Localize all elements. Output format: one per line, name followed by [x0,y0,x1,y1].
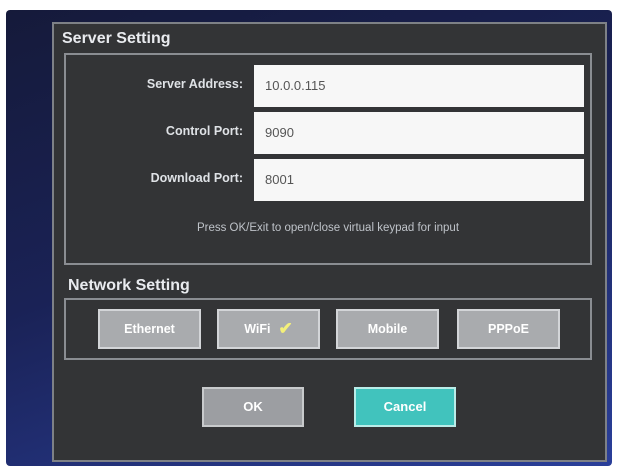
network-setting-title: Network Setting [68,277,190,294]
ethernet-label: Ethernet [124,322,175,336]
cancel-button[interactable]: Cancel [354,387,456,427]
wifi-button[interactable]: WiFi ✔ [217,309,320,349]
server-address-label: Server Address: [146,77,243,91]
control-port-input[interactable] [254,112,584,154]
download-port-label: Download Port: [150,171,243,185]
cancel-label: Cancel [383,399,427,414]
ok-button[interactable]: OK [202,387,304,427]
server-address-input[interactable] [254,65,584,107]
ok-label: OK [243,399,263,414]
checkmark-icon: ✔ [278,319,293,338]
wifi-label: WiFi [244,322,271,336]
ethernet-button[interactable]: Ethernet [98,309,201,349]
keypad-hint: Press OK/Exit to open/close virtual keyp… [196,222,460,234]
pppoe-label: PPPoE [488,322,529,336]
mobile-label: Mobile [367,322,408,336]
server-setting-group: Server Address: Control Port: Download P… [64,53,592,265]
download-port-input[interactable] [254,159,584,201]
pppoe-button[interactable]: PPPoE [457,309,560,349]
settings-dialog: Server Setting Server Address: Control P… [52,22,607,462]
control-port-label: Control Port: [165,124,243,138]
mobile-button[interactable]: Mobile [336,309,439,349]
server-setting-title: Server Setting [62,30,171,47]
